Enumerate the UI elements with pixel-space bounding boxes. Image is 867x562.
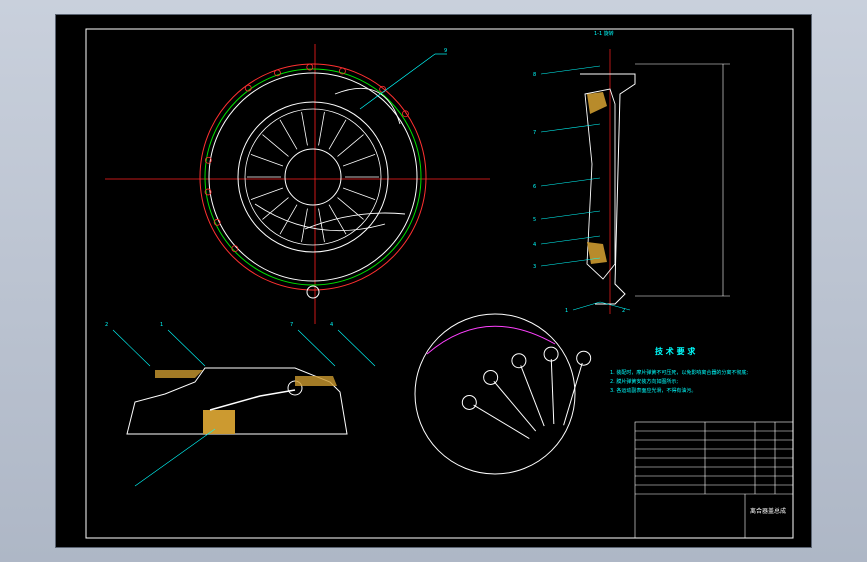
side-section-view: 1-1 旋转 8 7 6 5 4 3 2 1 xyxy=(533,30,730,314)
detail-hatch-rivet xyxy=(203,410,235,434)
tech-title: 技 术 要 求 xyxy=(655,346,696,356)
spring-finger xyxy=(301,208,308,243)
section-leader xyxy=(337,329,376,367)
side-callout: 6 xyxy=(533,184,536,190)
detail-hole xyxy=(543,346,559,362)
detail-spoke xyxy=(550,359,555,425)
ring-white xyxy=(208,72,418,282)
side-callout: 1 xyxy=(565,308,568,314)
detail-spoke xyxy=(563,362,583,426)
detail-spring xyxy=(209,389,296,411)
section-callout: 4 xyxy=(330,322,333,328)
cover-profile xyxy=(580,73,636,305)
detail-hole xyxy=(461,394,477,410)
spring-finger xyxy=(328,119,347,150)
spring-finger xyxy=(250,187,284,200)
detail-hole xyxy=(483,369,499,385)
spring-finger xyxy=(337,134,364,157)
side-callout: 8 xyxy=(533,72,536,78)
detail-hole xyxy=(511,353,527,369)
side-leader xyxy=(572,301,601,311)
detail-hatch-top xyxy=(155,370,203,378)
tech-note-3: 3. 各运动副表面应光滑，不得有油污。 xyxy=(610,387,696,394)
title-block: 离合器盖总成 xyxy=(634,421,794,539)
section-callout: 7 xyxy=(290,322,293,328)
section-callout: 1 xyxy=(160,322,163,328)
cad-drawing: 9 1-1 旋转 8 7 6 5 4 3 2 1 2 1 7 4 技 术 要 求 1. 装配时，摩片… xyxy=(85,28,794,539)
side-callout: 4 xyxy=(533,242,536,248)
detail-circle xyxy=(414,313,576,475)
detail-hole xyxy=(576,350,592,366)
section-callouts: 2 1 7 4 xyxy=(105,322,376,487)
spring-fingers xyxy=(247,111,379,243)
tech-requirements: 技 术 要 求 1. 装配时，摩片弹簧不可压死，以免影响离合器的分离不彻底; 2… xyxy=(610,346,748,394)
spring-finger xyxy=(318,111,325,146)
hub-circle xyxy=(284,148,342,206)
front-view: 9 xyxy=(105,44,490,324)
spring-finger xyxy=(279,119,298,150)
section-callout: 2 xyxy=(105,322,108,328)
hatch-bottom xyxy=(587,242,607,264)
tech-note-2: 2. 膜片弹簧安装方向如图所示; xyxy=(610,378,678,385)
section-detail: 2 1 7 4 xyxy=(105,322,376,487)
hatch-top xyxy=(587,92,607,114)
cad-viewport[interactable]: 9 1-1 旋转 8 7 6 5 4 3 2 1 2 1 7 4 技 术 要 求 1. 装配时，摩片… xyxy=(55,14,812,548)
lug-bottom xyxy=(306,285,320,299)
section-leader xyxy=(297,329,336,367)
side-leader xyxy=(599,301,631,311)
side-callout: 7 xyxy=(533,130,536,136)
side-leader xyxy=(540,123,601,133)
tech-note-1: 1. 装配时，摩片弹簧不可压死，以免影响离合器的分离不彻底; xyxy=(610,369,748,376)
detail-spoke xyxy=(473,404,530,439)
detail-spokes xyxy=(461,346,592,439)
spring-finger xyxy=(342,187,376,200)
section-leader xyxy=(167,329,206,367)
spring-finger xyxy=(301,111,308,146)
drawing-title: 离合器盖总成 xyxy=(750,507,786,515)
side-callout: 2 xyxy=(622,308,625,314)
section-leader xyxy=(112,329,151,367)
spring-finger xyxy=(262,134,289,157)
side-callout: 5 xyxy=(533,217,536,223)
spring-finger xyxy=(250,154,284,167)
spring-finger xyxy=(328,204,347,235)
side-leader xyxy=(540,65,601,75)
detail-circle-view xyxy=(414,313,592,475)
callout-9: 9 xyxy=(444,48,447,54)
section-label: 1-1 旋转 xyxy=(594,30,614,37)
spring-finger xyxy=(318,208,325,243)
side-leader xyxy=(540,210,601,220)
side-callout: 3 xyxy=(533,264,536,270)
leader-9 xyxy=(359,53,436,110)
drawing-border xyxy=(85,28,794,539)
spring-finger xyxy=(342,154,376,167)
outer-ring-red xyxy=(199,63,427,291)
cutaway-edge xyxy=(334,87,401,125)
